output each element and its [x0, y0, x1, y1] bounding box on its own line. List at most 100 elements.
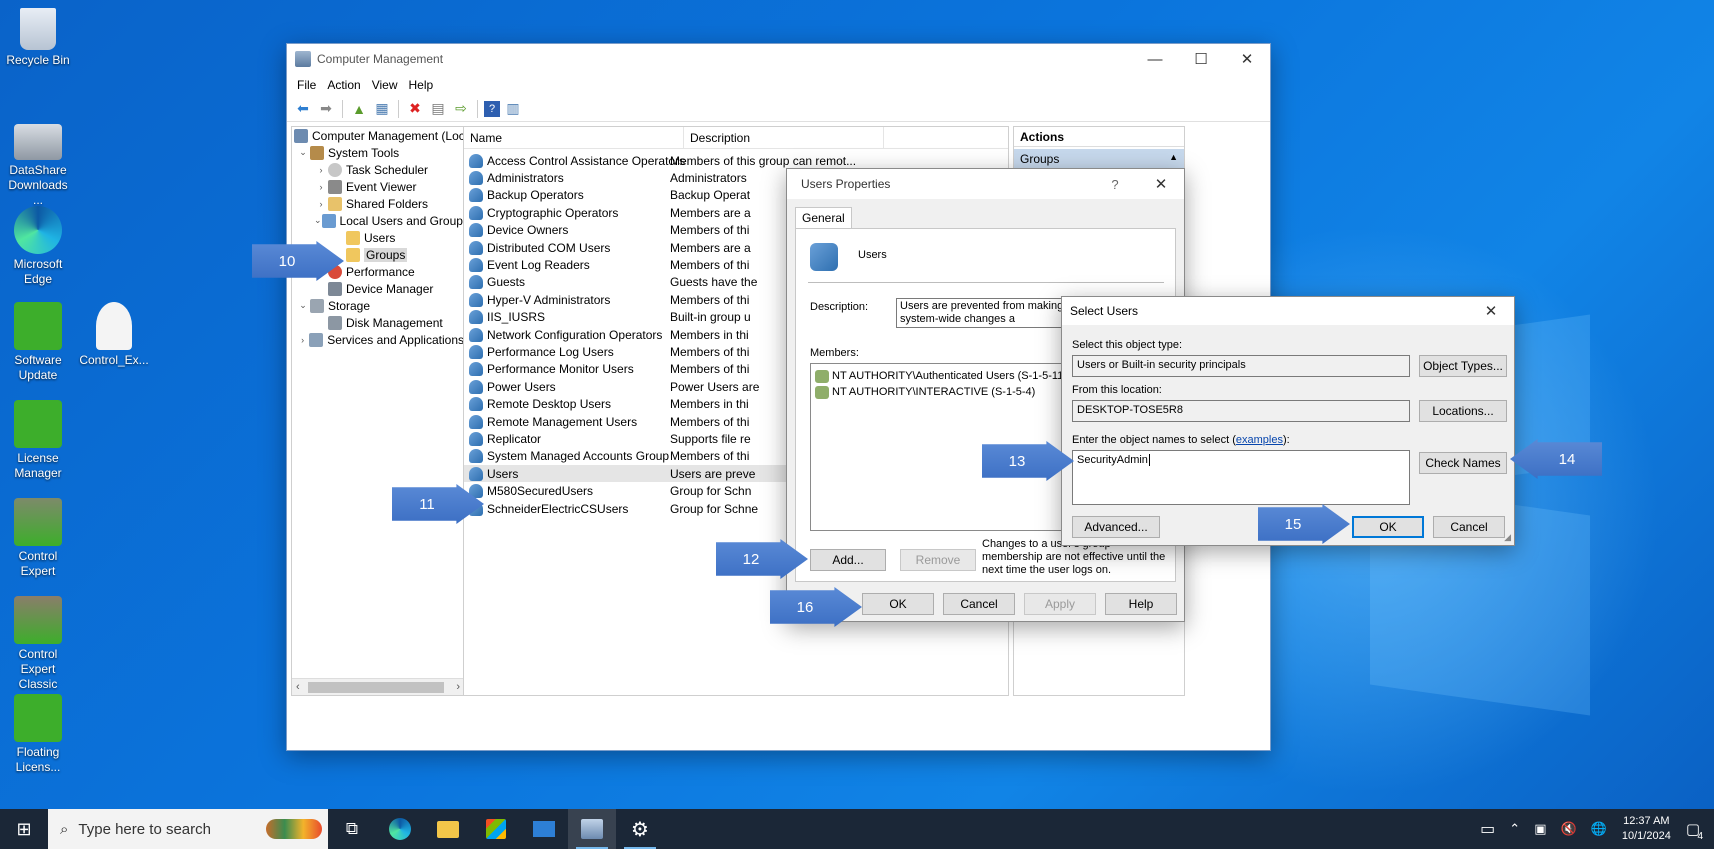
taskbar-mail[interactable]: [520, 809, 568, 849]
add-button[interactable]: Add...: [810, 549, 886, 571]
export-list-icon[interactable]: ⇨: [451, 99, 471, 119]
chevron-right-icon[interactable]: ›: [296, 335, 309, 345]
advanced-button[interactable]: Advanced...: [1072, 516, 1160, 538]
group-name-cell: Network Configuration Operators: [464, 327, 664, 342]
window-titlebar[interactable]: Computer Management — ☐ ✕: [287, 44, 1270, 74]
desktop-icon-floating-license[interactable]: Floating Licens...: [2, 694, 74, 775]
tree-item-device-manager[interactable]: Device Manager: [292, 280, 464, 297]
close-button[interactable]: ✕: [1138, 169, 1184, 199]
help-button[interactable]: Help: [1105, 593, 1177, 615]
cancel-button[interactable]: Cancel: [943, 593, 1015, 615]
group-name-cell: Hyper-V Administrators: [464, 292, 664, 307]
delete-icon[interactable]: ✖: [405, 99, 425, 119]
chevron-right-icon[interactable]: ›: [314, 165, 328, 175]
cancel-button[interactable]: Cancel: [1433, 516, 1505, 538]
start-button[interactable]: ⊞: [0, 809, 48, 849]
show-action-pane-icon[interactable]: ▥: [503, 99, 523, 119]
chevron-down-icon[interactable]: ⌄: [314, 215, 322, 226]
tab-general[interactable]: General: [795, 207, 852, 228]
window-title: Computer Management: [317, 52, 444, 66]
file-icon: [96, 302, 132, 350]
group-name: Device Owners: [487, 223, 569, 238]
object-names-input[interactable]: SecurityAdmin: [1072, 450, 1410, 505]
tree-item-local-users-and-groups[interactable]: ⌄ Local Users and Groups: [292, 212, 464, 229]
taskbar-settings[interactable]: ⚙: [616, 809, 664, 849]
resize-grip-icon[interactable]: ◢: [1504, 532, 1511, 543]
menu-view[interactable]: View: [370, 78, 407, 92]
tree-item-event-viewer[interactable]: › Event Viewer: [292, 178, 464, 195]
dialog-titlebar[interactable]: Select Users ✕: [1062, 297, 1514, 325]
check-names-button[interactable]: Check Names: [1419, 452, 1507, 474]
close-button[interactable]: ✕: [1224, 44, 1270, 74]
desktop-icon-control-expert-classic[interactable]: Control Expert Classic: [2, 596, 74, 692]
chevron-down-icon[interactable]: ⌄: [296, 147, 310, 158]
group-icon: [469, 171, 483, 186]
scrollbar-thumb[interactable]: [308, 682, 444, 693]
column-header-description[interactable]: Description: [684, 127, 884, 148]
properties-icon[interactable]: ▤: [428, 99, 448, 119]
apply-button[interactable]: Apply: [1024, 593, 1096, 615]
chevron-up-icon[interactable]: ⌃: [1502, 821, 1527, 837]
list-header: Name Description: [464, 127, 1008, 149]
maximize-button[interactable]: ☐: [1178, 44, 1224, 74]
object-types-button[interactable]: Object Types...: [1419, 355, 1507, 377]
taskbar-search[interactable]: ⌕ Type here to search: [48, 809, 328, 849]
show-hide-tree-icon[interactable]: ▦: [372, 99, 392, 119]
close-button[interactable]: ✕: [1468, 296, 1514, 326]
desktop-icon-edge[interactable]: Microsoft Edge: [2, 206, 74, 287]
column-header-name[interactable]: Name: [464, 127, 684, 148]
desktop-icon-datashare[interactable]: DataShare Downloads ...: [2, 118, 74, 208]
chevron-right-icon[interactable]: ›: [314, 182, 328, 192]
actions-section-groups[interactable]: Groups ▲: [1014, 149, 1184, 169]
tree-item-shared-folders[interactable]: › Shared Folders: [292, 195, 464, 212]
task-view-button[interactable]: ⧉: [328, 809, 376, 849]
taskbar-edge[interactable]: [376, 809, 424, 849]
ok-button[interactable]: OK: [1352, 516, 1424, 538]
taskbar-computer-management[interactable]: [568, 809, 616, 849]
examples-link[interactable]: examples: [1236, 434, 1283, 446]
taskbar-file-explorer[interactable]: [424, 809, 472, 849]
menu-action[interactable]: Action: [325, 78, 369, 92]
desktop-icon-control-expert[interactable]: Control Expert: [2, 498, 74, 579]
dialog-titlebar[interactable]: Users Properties ? ✕: [787, 169, 1184, 199]
group-name: Backup Operators: [487, 188, 584, 203]
notifications-icon[interactable]: ▢ 4: [1679, 820, 1714, 842]
ok-button[interactable]: OK: [862, 593, 934, 615]
tree-item-task-scheduler[interactable]: › Task Scheduler: [292, 161, 464, 178]
taskbar-clock[interactable]: 12:37 AM 10/1/2024: [1614, 814, 1679, 844]
task-view-icon: ⧉: [345, 819, 359, 838]
help-question-icon[interactable]: ?: [1092, 169, 1138, 199]
menu-help[interactable]: Help: [407, 78, 443, 92]
up-folder-icon[interactable]: ▲: [349, 99, 369, 119]
language-icon[interactable]: 🌐: [1584, 821, 1614, 837]
minimize-button[interactable]: —: [1132, 44, 1178, 74]
tree-item-computer-management[interactable]: Computer Management (Local: [292, 127, 464, 144]
desktop-icon-software-update[interactable]: Software Update: [2, 302, 74, 383]
table-row[interactable]: Access Control Assistance Operators Membe…: [464, 152, 1008, 169]
locations-button[interactable]: Locations...: [1419, 400, 1507, 422]
tree-horizontal-scrollbar[interactable]: ‹ ›: [292, 678, 464, 695]
help-icon[interactable]: ?: [484, 100, 500, 117]
desktop-icon-license-manager[interactable]: License Manager: [2, 400, 74, 481]
tree-item-disk-management[interactable]: Disk Management: [292, 314, 464, 331]
menu-file[interactable]: File: [295, 78, 325, 92]
taskbar-store[interactable]: [472, 809, 520, 849]
tree-item-services-and-applications[interactable]: › Services and Applications: [292, 331, 464, 348]
tree-item-storage[interactable]: ⌄ Storage: [292, 297, 464, 314]
volume-muted-icon[interactable]: 🔇: [1554, 821, 1584, 837]
chevron-down-icon[interactable]: ⌄: [296, 300, 310, 311]
tree-item-system-tools[interactable]: ⌄ System Tools: [292, 144, 464, 161]
network-icon[interactable]: ▣: [1527, 821, 1553, 837]
remove-button[interactable]: Remove: [900, 549, 976, 571]
keyboard-icon[interactable]: ▭: [1473, 819, 1502, 839]
group-icon: [469, 240, 483, 255]
collapse-up-icon[interactable]: ▲: [1169, 152, 1178, 166]
back-icon[interactable]: ⬅: [293, 99, 313, 119]
scroll-left-icon[interactable]: ‹: [296, 681, 300, 693]
navigation-tree[interactable]: Computer Management (Local ⌄ System Tool…: [291, 126, 465, 696]
desktop-icon-recycle-bin[interactable]: Recycle Bin: [2, 8, 74, 68]
desktop-icon-control-ex[interactable]: Control_Ex...: [78, 302, 150, 368]
forward-icon[interactable]: ➡: [316, 99, 336, 119]
chevron-right-icon[interactable]: ›: [314, 199, 328, 209]
scroll-right-icon[interactable]: ›: [456, 681, 460, 693]
